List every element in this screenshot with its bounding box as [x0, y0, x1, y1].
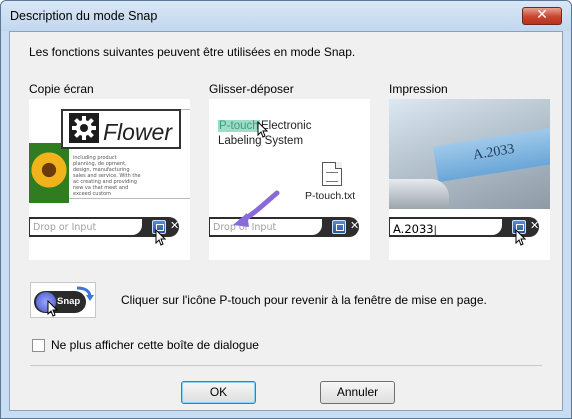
divider [30, 365, 542, 366]
window-title: Description du mode Snap [10, 9, 158, 23]
intro-text: Les fonctions suivantes peuvent être uti… [29, 45, 356, 59]
snap-instruction-text: Cliquer sur l'icône P-touch pour revenir… [121, 293, 487, 307]
bar-close-icon[interactable]: ✕ [530, 219, 539, 232]
flower-heading: Flower [103, 119, 173, 145]
text-cursor-icon [257, 121, 269, 138]
panel-label-copie-ecran: Copie écran [29, 82, 94, 96]
bar-close-icon[interactable]: ✕ [170, 219, 179, 232]
return-arrow-icon [76, 286, 94, 301]
file-name: P-touch.txt [305, 190, 356, 202]
dont-show-again-label[interactable]: Ne plus afficher cette boîte de dialogue [51, 338, 259, 352]
printer-device [389, 179, 449, 209]
close-icon: ✕ [536, 7, 548, 23]
title-bar[interactable]: Description du mode Snap ✕ [1, 1, 571, 31]
gear-logo-icon [69, 113, 99, 143]
text-file-icon [322, 162, 342, 186]
print-icon[interactable] [332, 220, 346, 234]
pointer-cursor-icon [47, 300, 59, 317]
input-field[interactable]: A.2033| [390, 219, 502, 236]
dialog-body: Les fonctions suivantes peuvent être uti… [9, 31, 563, 411]
panel-label-impression: Impression [389, 82, 448, 96]
dont-show-again-checkbox[interactable] [32, 339, 45, 352]
bar-close-icon[interactable]: ✕ [350, 219, 359, 232]
input-value: A.2033 [393, 222, 434, 236]
ok-button[interactable]: OK [181, 381, 256, 404]
sunflower-image [29, 143, 69, 203]
snap-icon-illustration: Snap [30, 282, 96, 318]
selected-text-highlight: P-touch [218, 120, 260, 132]
panel-impression-illustration: A.2033 A.2033| ✕ [389, 99, 550, 260]
panel-label-glisser-deposer: Glisser-déposer [209, 82, 294, 96]
hand-cursor-icon [515, 229, 527, 246]
drop-input-field[interactable]: Drop or Input [30, 219, 142, 235]
document-body-text: including product planning, de opment, d… [73, 155, 141, 197]
drag-arrow-icon [233, 190, 280, 227]
cancel-button[interactable]: Annuler [320, 381, 395, 404]
pointer-cursor-icon [155, 229, 167, 246]
dialog-window: Description du mode Snap ✕ Les fonctions… [0, 0, 572, 419]
panel-glisser-deposer-illustration: P-touch Electronic Labeling System P-tou… [209, 99, 370, 260]
close-button[interactable]: ✕ [522, 7, 562, 25]
panel-copie-ecran-illustration: Flower including product planning, de op… [29, 99, 190, 260]
